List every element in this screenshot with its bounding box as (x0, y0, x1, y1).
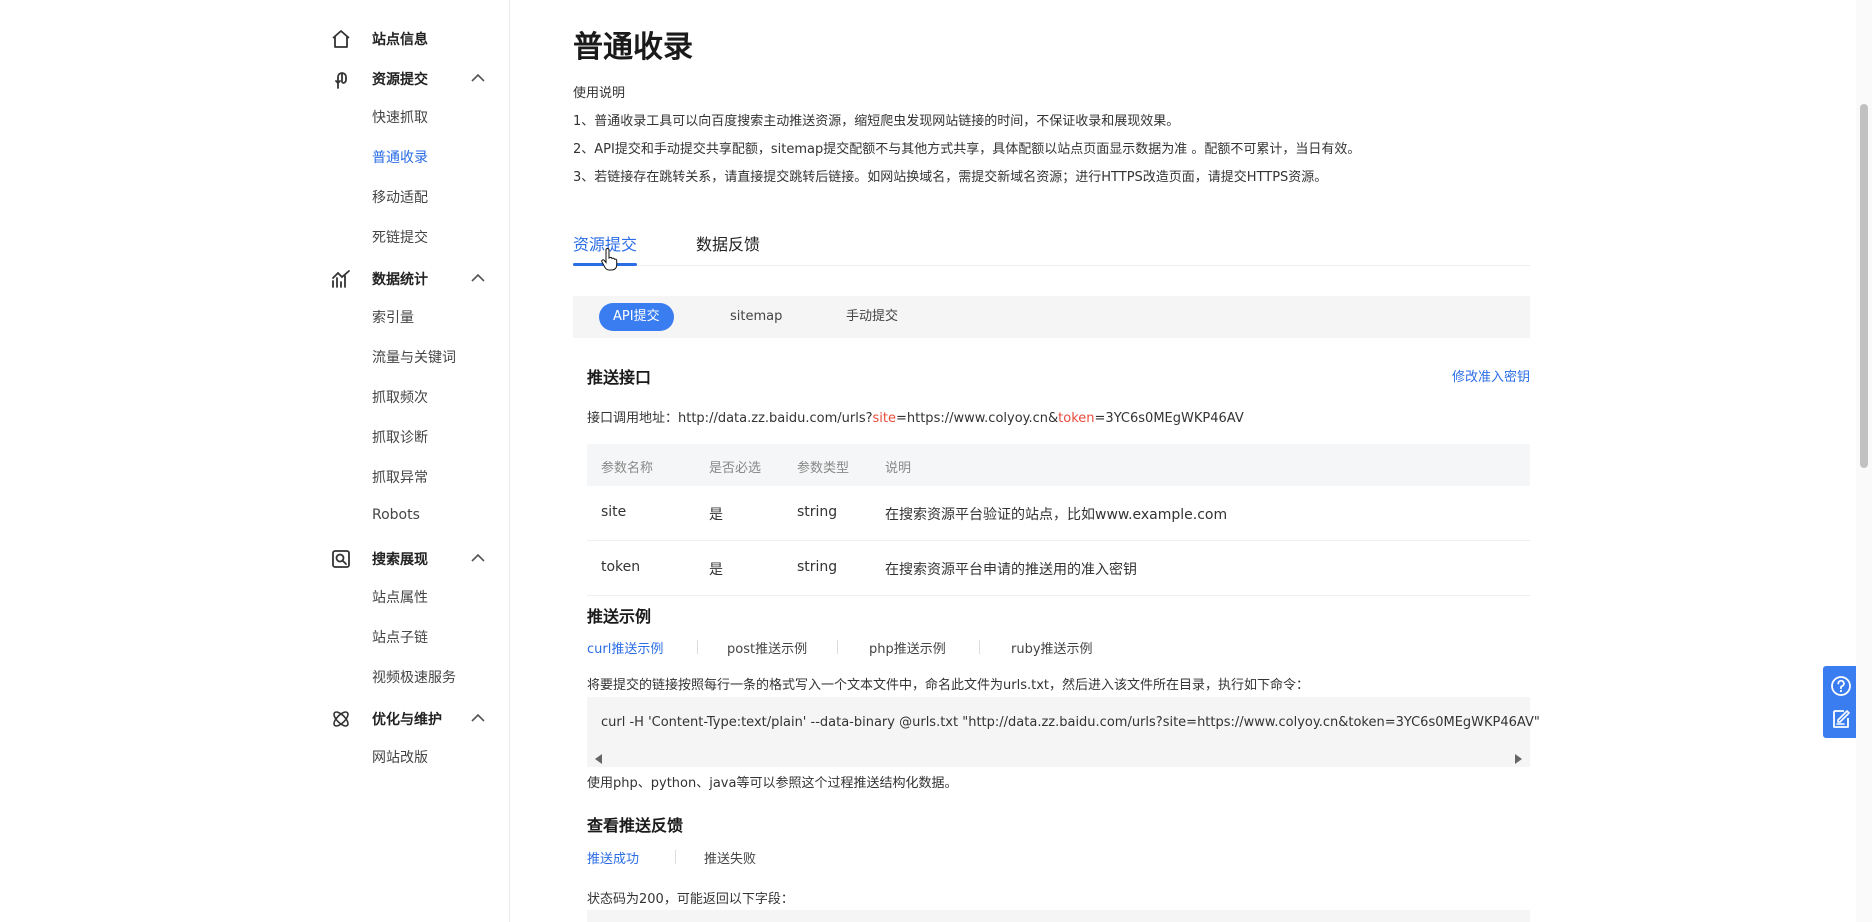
chevron-up-icon[interactable] (470, 71, 486, 85)
chart-icon (332, 270, 350, 288)
feedback-edit-icon[interactable] (1829, 707, 1853, 731)
sidebar-item-site-attributes[interactable]: 站点属性 (372, 587, 428, 607)
floating-toolbar (1823, 666, 1859, 738)
sidebar-item-normal-index[interactable]: 普通收录 (372, 147, 428, 167)
scroll-left-arrow[interactable] (595, 754, 602, 764)
example-note: 使用php、python、java等可以参照这个过程推送结构化数据。 (587, 776, 958, 791)
usage-line: 2、API提交和手动提交共享配额，sitemap提交配额不与其他方式共享，具体配… (573, 142, 1361, 157)
sidebar-item-index-volume[interactable]: 索引量 (372, 307, 414, 327)
tab-data-feedback[interactable]: 数据反馈 (696, 231, 760, 255)
status-text: 状态码为200，可能返回以下字段： (587, 892, 794, 907)
usage-title: 使用说明 (573, 86, 626, 101)
usage-line: 3、若链接存在跳转关系，请直接提交跳转后链接。如网站换域名，需提交新域名资源；进… (573, 170, 1328, 185)
subtab-api[interactable]: API提交 (599, 303, 674, 331)
api-param-token: token (1058, 411, 1095, 426)
page-scrollbar[interactable] (1856, 0, 1872, 922)
main-tabs: 资源提交 数据反馈 (573, 228, 1530, 266)
sidebar: 站点信息 资源提交 快速抓取 普通收录 移动适配 死链提交 数据统计 索引量 流… (0, 0, 510, 922)
sidebar-group-label: 资源提交 (372, 72, 428, 88)
param-table: 参数名称 是否必选 参数类型 说明 site 是 string 在搜索资源平台验… (587, 444, 1530, 596)
example-tab-post[interactable]: post推送示例 (727, 638, 807, 657)
sidebar-group-label: 优化与维护 (372, 712, 442, 728)
table-cell: string (797, 559, 838, 575)
usage-line: 1、普通收录工具可以向百度搜索主动推送资源，缩短爬虫发现网站链接的时间，不保证收… (573, 114, 1180, 129)
tab-divider (979, 640, 980, 654)
code-text: curl -H 'Content-Type:text/plain' --data… (601, 715, 1540, 730)
feedback-tab-fail[interactable]: 推送失败 (704, 848, 756, 867)
search-display-icon (332, 550, 350, 568)
sidebar-item-crawl-diagnose[interactable]: 抓取诊断 (372, 427, 428, 447)
tab-divider (697, 640, 698, 654)
sidebar-item-site-sublinks[interactable]: 站点子链 (372, 627, 428, 647)
app-root: 站点信息 资源提交 快速抓取 普通收录 移动适配 死链提交 数据统计 索引量 流… (0, 0, 1872, 922)
table-cell: string (797, 504, 838, 520)
table-cell: 是 (709, 507, 723, 523)
scroll-right-arrow[interactable] (1515, 754, 1522, 764)
chevron-up-icon[interactable] (470, 271, 486, 285)
api-param-site: site (872, 411, 896, 426)
table-row: site 是 string 在搜索资源平台验证的站点，比如www.example… (587, 486, 1530, 541)
table-cell: 在搜索资源平台验证的站点，比如www.example.com (885, 507, 1228, 523)
page-title: 普通收录 (573, 30, 693, 65)
tab-divider (837, 640, 838, 654)
sidebar-group-label: 数据统计 (372, 272, 428, 288)
table-row: token 是 string 在搜索资源平台申请的推送用的准入密钥 (587, 541, 1530, 596)
table-header: 参数名称 (601, 461, 654, 476)
api-url-mid: =https://www.colyoy.cn& (895, 411, 1059, 426)
table-cell: site (601, 504, 627, 520)
push-api-title: 推送接口 (587, 368, 652, 387)
example-tab-curl[interactable]: curl推送示例 (587, 638, 663, 657)
table-header-row: 参数名称 是否必选 参数类型 说明 (587, 444, 1530, 486)
sidebar-item-crawl-frequency[interactable]: 抓取频次 (372, 387, 428, 407)
push-example-title: 推送示例 (587, 607, 652, 626)
example-tab-php[interactable]: php推送示例 (869, 638, 946, 657)
sidebar-group-resource-submit[interactable]: 资源提交 (330, 66, 490, 90)
resource-submit-icon (335, 72, 347, 89)
feedback-title: 查看推送反馈 (587, 816, 684, 835)
feedback-tab-success[interactable]: 推送成功 (587, 848, 639, 867)
modify-key-link[interactable]: 修改准入密钥 (1452, 366, 1530, 385)
scrollbar-thumb[interactable] (1860, 104, 1868, 468)
sidebar-item-video-speed[interactable]: 视频极速服务 (372, 667, 456, 687)
home-icon (332, 30, 350, 48)
sidebar-group-label: 搜索展现 (372, 552, 428, 568)
api-url-prefix: 接口调用地址：http://data.zz.baidu.com/urls? (587, 411, 873, 426)
example-instruction: 将要提交的链接按照每行一条的格式写入一个文本文件中，命名此文件为urls.txt… (587, 678, 1309, 693)
table-cell: 是 (709, 562, 723, 578)
optimize-icon (333, 711, 349, 727)
sidebar-item-robots[interactable]: Robots (372, 507, 420, 523)
code-block: curl -H 'Content-Type:text/plain' --data… (587, 697, 1540, 767)
table-header: 说明 (885, 461, 912, 476)
sidebar-item-site-revision[interactable]: 网站改版 (372, 747, 428, 767)
response-block (587, 910, 1530, 922)
sidebar-item-traffic-keywords[interactable]: 流量与关键词 (372, 347, 456, 367)
api-url-suffix: =3YC6s0MEgWKP46AV (1094, 411, 1244, 426)
chevron-up-icon[interactable] (470, 711, 486, 725)
table-header: 是否必选 (709, 461, 762, 476)
table-cell: token (601, 559, 641, 575)
submit-method-tabs: API提交 sitemap 手动提交 (573, 296, 1530, 338)
help-icon[interactable] (1829, 674, 1853, 698)
sidebar-item-crawl-error[interactable]: 抓取异常 (372, 467, 428, 487)
sidebar-group-search-display[interactable]: 搜索展现 (330, 546, 490, 570)
subtab-sitemap[interactable]: sitemap (730, 303, 782, 331)
sidebar-item-dead-link[interactable]: 死链提交 (372, 227, 428, 247)
example-tab-ruby[interactable]: ruby推送示例 (1011, 638, 1093, 657)
sidebar-group-label: 站点信息 (372, 32, 428, 48)
subtab-manual[interactable]: 手动提交 (846, 303, 898, 331)
table-header: 参数类型 (797, 461, 850, 476)
table-cell: 在搜索资源平台申请的推送用的准入密钥 (885, 562, 1137, 578)
sidebar-item-mobile-adapt[interactable]: 移动适配 (372, 187, 428, 207)
api-url-line: 接口调用地址：http://data.zz.baidu.com/urls?sit… (587, 407, 1244, 426)
tab-divider (675, 850, 676, 864)
sidebar-group-data-stats[interactable]: 数据统计 (330, 266, 490, 290)
sidebar-group-optimize[interactable]: 优化与维护 (330, 706, 490, 730)
sidebar-group-site-info[interactable]: 站点信息 (330, 26, 490, 50)
sidebar-item-quick-crawl[interactable]: 快速抓取 (372, 107, 428, 127)
hand-cursor-icon (601, 248, 618, 271)
chevron-up-icon[interactable] (470, 551, 486, 565)
